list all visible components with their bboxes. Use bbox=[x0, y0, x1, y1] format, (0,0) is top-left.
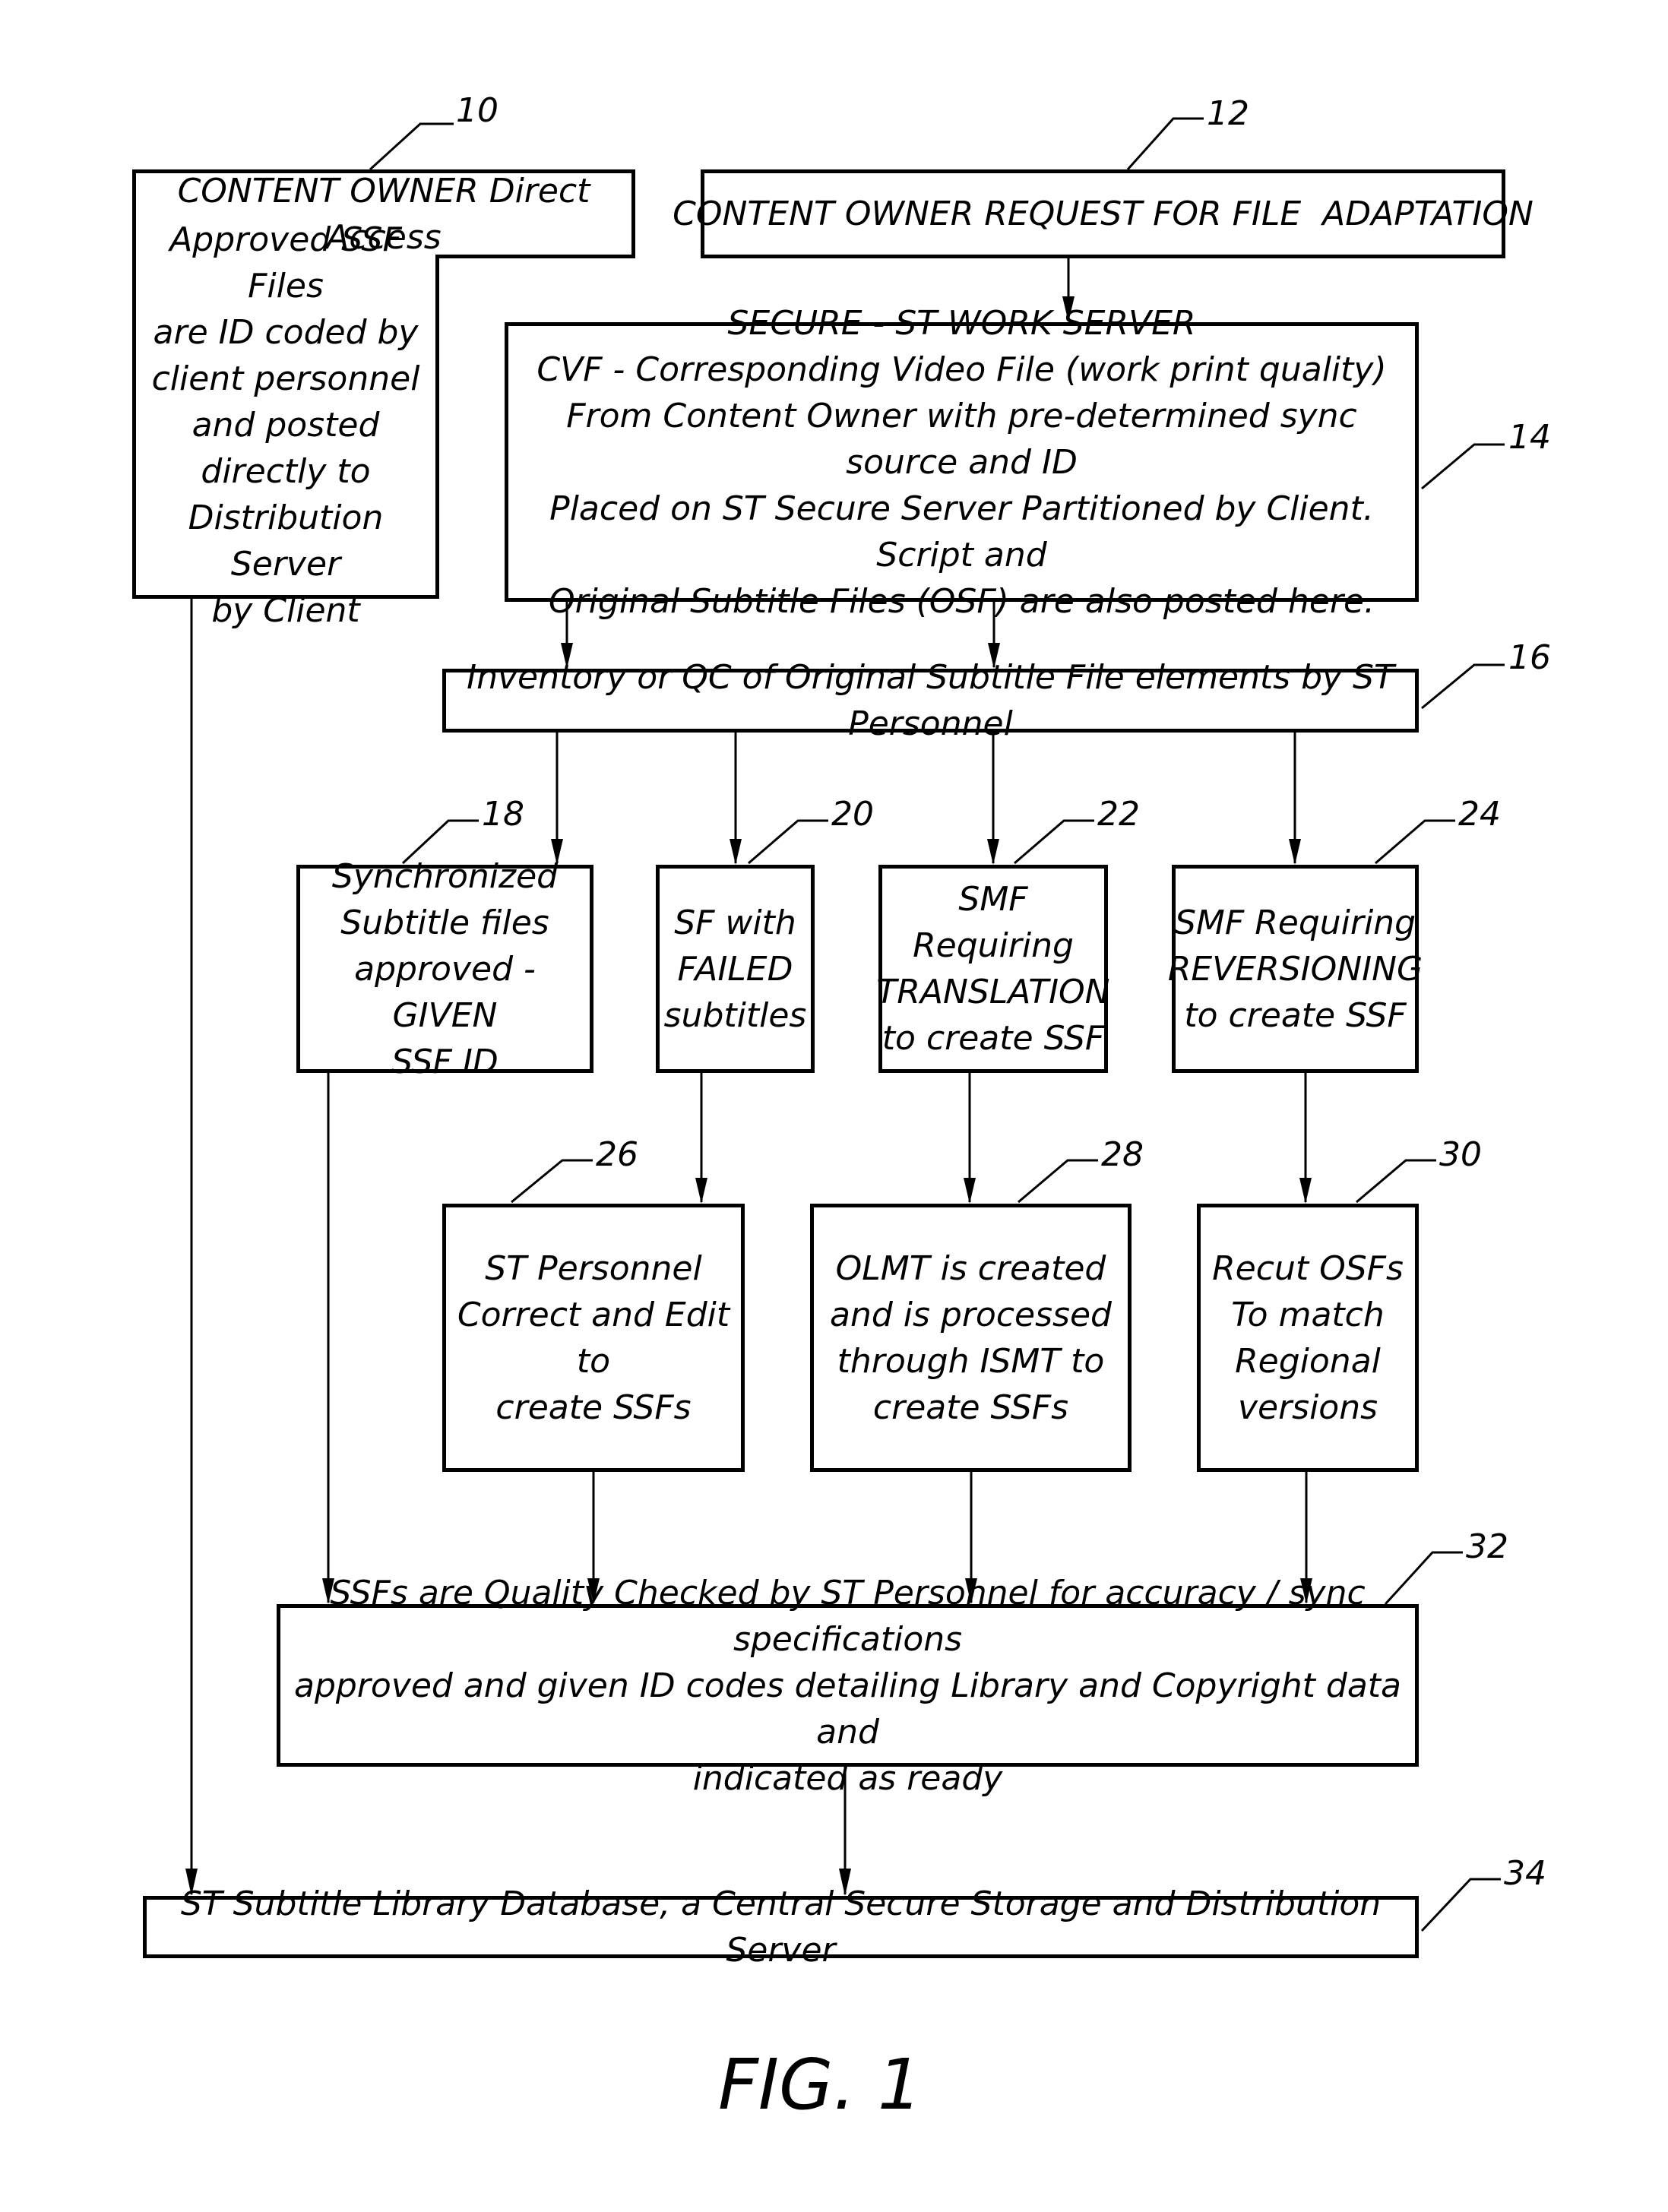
leader-line-30 bbox=[1356, 1159, 1436, 1204]
node-quality-check: SSFs are Quality Checked by ST Personnel… bbox=[277, 1574, 1419, 1798]
node-text: OLMT is created and is processed through… bbox=[830, 1248, 1112, 1427]
arrowhead bbox=[1289, 839, 1301, 865]
leader-line-24 bbox=[1375, 819, 1455, 865]
leader-line-14 bbox=[1421, 443, 1505, 490]
node-text: SECURE - ST WORK SERVER CVF - Correspond… bbox=[536, 303, 1387, 621]
node-smf-translation: SMF Requiring TRANSLATION to create SSF bbox=[876, 865, 1110, 1073]
leader-line-28 bbox=[1018, 1159, 1098, 1204]
node-secure-st-work-server: SECURE - ST WORK SERVER CVF - Correspond… bbox=[505, 304, 1419, 621]
node-synchronized-subtitle-files: Synchronized Subtitle files approved - G… bbox=[296, 857, 593, 1081]
ref-numeral-24: 24 bbox=[1458, 795, 1501, 834]
ref-numeral-18: 18 bbox=[482, 795, 524, 834]
arrowhead bbox=[695, 1178, 707, 1204]
node-st-personnel-correct-edit: ST Personnel Correct and Edit to create … bbox=[442, 1204, 745, 1472]
ref-numeral-14: 14 bbox=[1508, 418, 1551, 457]
node-text: Synchronized Subtitle files approved - G… bbox=[331, 856, 559, 1081]
node-recut-osfs: Recut OSFs To match Regional versions bbox=[1197, 1204, 1419, 1472]
node-text: SMF Requiring TRANSLATION to create SSF bbox=[876, 880, 1110, 1058]
node-text: CONTENT OWNER REQUEST FOR FILE ADAPTATIO… bbox=[673, 195, 1533, 233]
leader-line-26 bbox=[511, 1159, 593, 1204]
ref-numeral-26: 26 bbox=[596, 1135, 638, 1174]
node-text: ST Personnel Correct and Edit to create … bbox=[457, 1248, 730, 1427]
node-smf-reversioning: SMF Requiring REVERSIONING to create SSF bbox=[1168, 865, 1423, 1073]
leader-line-22 bbox=[1014, 819, 1094, 865]
arrowhead bbox=[964, 1178, 976, 1204]
arrowhead bbox=[987, 839, 999, 865]
ref-numeral-16: 16 bbox=[1508, 638, 1551, 677]
ref-numeral-28: 28 bbox=[1101, 1135, 1144, 1174]
leader-line-20 bbox=[748, 819, 828, 865]
node-text: SF with FAILED subtitles bbox=[663, 903, 807, 1035]
node-text: SMF Requiring REVERSIONING to create SSF bbox=[1167, 903, 1423, 1035]
leader-line-34 bbox=[1420, 1878, 1501, 1932]
leader-line-16 bbox=[1421, 663, 1505, 710]
node-inventory-qc: Inventory or QC of Original Subtitle Fil… bbox=[442, 658, 1419, 743]
ref-numeral-20: 20 bbox=[831, 795, 874, 834]
ref-numeral-30: 30 bbox=[1439, 1135, 1482, 1174]
ref-numeral-10: 10 bbox=[456, 91, 499, 130]
node-olmt-ismt: OLMT is created and is processed through… bbox=[810, 1204, 1132, 1472]
node-text: SSFs are Quality Checked by ST Personnel… bbox=[293, 1573, 1401, 1798]
ref-numeral-34: 34 bbox=[1504, 1854, 1546, 1893]
node-text: Recut OSFs To match Regional versions bbox=[1212, 1248, 1404, 1427]
node-sf-failed-subtitles: SF with FAILED subtitles bbox=[656, 865, 815, 1073]
figure-label: FIG. 1 bbox=[718, 2044, 923, 2125]
node-subtitle-library-database: ST Subtitle Library Database, a Central … bbox=[143, 1884, 1419, 1970]
leader-line-12 bbox=[1126, 117, 1204, 171]
ref-numeral-22: 22 bbox=[1097, 795, 1140, 834]
node-approved-ssf-files: Approved SSF Files are ID coded by clien… bbox=[132, 220, 439, 630]
node-content-owner-request: CONTENT OWNER REQUEST FOR FILE ADAPTATIO… bbox=[673, 169, 1533, 258]
node-text: ST Subtitle Library Database, a Central … bbox=[180, 1884, 1382, 1970]
ref-numeral-12: 12 bbox=[1207, 94, 1249, 133]
arrowhead bbox=[730, 839, 742, 865]
node-text: Approved SSF Files are ID coded by clien… bbox=[151, 220, 420, 630]
arrowhead bbox=[1299, 1178, 1312, 1204]
leader-line-10 bbox=[369, 122, 454, 171]
ref-numeral-32: 32 bbox=[1466, 1527, 1508, 1566]
node-text: Inventory or QC of Original Subtitle Fil… bbox=[467, 658, 1394, 743]
